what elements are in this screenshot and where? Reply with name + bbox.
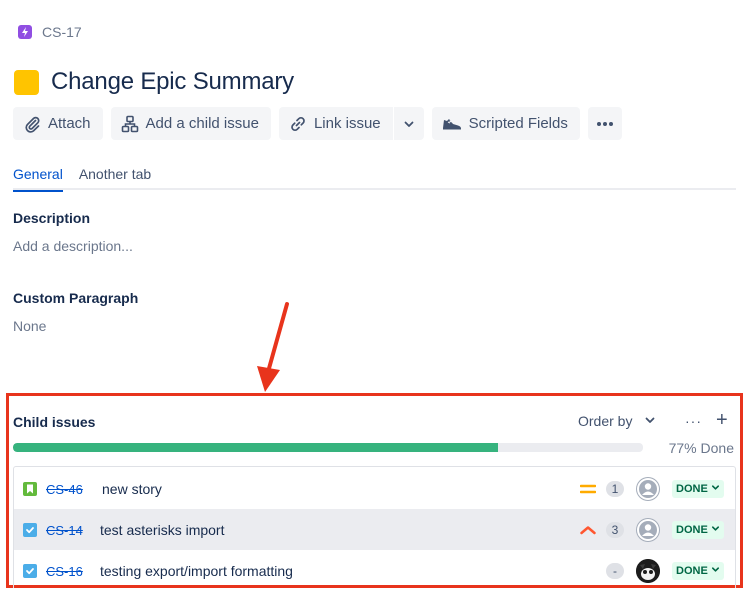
scripted-fields-label: Scripted Fields xyxy=(468,115,568,132)
link-issue-dropdown-button[interactable] xyxy=(393,107,424,140)
priority-medium-icon xyxy=(579,482,597,501)
hierarchy-icon xyxy=(121,115,139,133)
task-icon xyxy=(23,523,37,537)
custom-paragraph-label: Custom Paragraph xyxy=(13,290,139,306)
tab-another[interactable]: Another tab xyxy=(79,166,151,190)
list-item[interactable]: CS-46 new story 1 DONE xyxy=(14,468,735,509)
add-child-issue-plus-button[interactable]: + xyxy=(716,410,728,430)
issue-toolbar: Attach Add a child issue Link issue Scri… xyxy=(13,107,630,140)
comment-count-badge: 3 xyxy=(606,522,624,538)
child-issues-title: Child issues xyxy=(13,414,96,430)
avatar[interactable] xyxy=(636,559,660,583)
more-icon xyxy=(596,121,614,127)
avatar[interactable] xyxy=(636,477,660,501)
issue-type-icon xyxy=(14,69,39,95)
avatar[interactable] xyxy=(636,518,660,542)
issue-summary[interactable]: new story xyxy=(102,481,162,497)
add-child-label: Add a child issue xyxy=(145,115,259,132)
chevron-down-icon xyxy=(644,413,656,429)
child-issues-list: CS-46 new story 1 DONE CS-14 test asteri… xyxy=(13,466,736,588)
scripted-fields-button[interactable]: Scripted Fields xyxy=(431,107,580,140)
progress-text: 77% Done xyxy=(668,440,734,456)
breadcrumb-issue-key[interactable]: CS-17 xyxy=(42,24,82,40)
description-field[interactable]: Add a description... xyxy=(13,238,133,254)
paperclip-icon xyxy=(23,115,41,133)
status-label: DONE xyxy=(676,524,708,536)
status-badge[interactable]: DONE xyxy=(672,521,724,539)
link-icon xyxy=(289,115,307,133)
breadcrumb: CS-17 xyxy=(18,24,82,40)
child-issues-progress-bar xyxy=(13,443,643,452)
title-row: Change Epic Summary xyxy=(14,68,294,96)
priority-high-icon xyxy=(580,523,596,541)
issue-summary[interactable]: test asterisks import xyxy=(100,522,224,538)
child-issues-header: Child issues Order by ··· + xyxy=(13,410,736,433)
list-item[interactable]: CS-16 testing export/import formatting -… xyxy=(14,550,735,591)
custom-paragraph-value[interactable]: None xyxy=(13,318,46,334)
link-issue-label: Link issue xyxy=(313,115,381,132)
issue-key-link[interactable]: CS-16 xyxy=(46,564,83,579)
status-badge[interactable]: DONE xyxy=(672,480,724,498)
chevron-down-icon xyxy=(711,565,720,577)
status-label: DONE xyxy=(676,565,708,577)
child-issues-more-button[interactable]: ··· xyxy=(685,413,702,429)
chevron-down-icon xyxy=(711,483,720,495)
status-label: DONE xyxy=(676,483,708,495)
order-by-label: Order by xyxy=(578,413,633,429)
issue-key-link[interactable]: CS-46 xyxy=(46,482,83,497)
more-actions-button[interactable] xyxy=(587,107,622,140)
chevron-down-icon xyxy=(403,118,415,130)
story-icon xyxy=(23,482,37,496)
comment-count-badge: 1 xyxy=(606,481,624,497)
tab-bar: General Another tab xyxy=(13,166,736,192)
annotation-arrow xyxy=(257,302,289,392)
add-child-issue-button[interactable]: Add a child issue xyxy=(110,107,271,140)
link-issue-button[interactable]: Link issue xyxy=(278,107,393,140)
status-badge[interactable]: DONE xyxy=(672,562,724,580)
task-icon xyxy=(23,564,37,578)
issue-summary[interactable]: testing export/import formatting xyxy=(100,563,293,579)
attach-button[interactable]: Attach xyxy=(13,107,103,140)
sneaker-icon xyxy=(442,116,462,132)
tab-general[interactable]: General xyxy=(13,166,63,192)
description-label: Description xyxy=(13,210,91,226)
page-title[interactable]: Change Epic Summary xyxy=(51,68,294,96)
progress-bar-fill xyxy=(13,443,499,452)
epic-icon xyxy=(18,25,32,39)
comment-count-badge: - xyxy=(606,563,624,579)
attach-label: Attach xyxy=(48,115,91,132)
order-by-button[interactable]: Order by xyxy=(578,413,656,429)
issue-key-link[interactable]: CS-14 xyxy=(46,523,83,538)
list-item[interactable]: CS-14 test asterisks import 3 DONE xyxy=(14,509,735,550)
chevron-down-icon xyxy=(711,524,720,536)
